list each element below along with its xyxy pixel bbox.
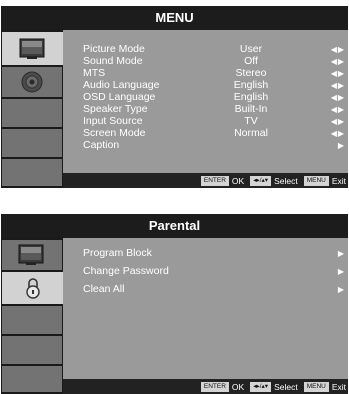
select-label: Select xyxy=(274,175,298,186)
right-arrow-icon[interactable]: ▶ xyxy=(338,284,345,295)
parental-row-program-block[interactable]: Program Block ▶ xyxy=(83,248,345,259)
nav-arrows-key-icon: ◂▸/▴▾ xyxy=(250,381,272,392)
enter-key: ENTER xyxy=(200,175,229,186)
tv-picture-icon xyxy=(18,244,44,265)
menu-row-osd-language[interactable]: OSD Language English ◀▶ xyxy=(83,92,345,103)
parental-title: Parental xyxy=(148,218,201,233)
ok-label: OK xyxy=(231,381,245,392)
tv-picture-icon xyxy=(19,38,44,59)
menu-key: MENU xyxy=(303,381,329,392)
menu-row-screen-mode[interactable]: Screen Mode Normal ◀▶ xyxy=(83,128,345,139)
menu-row-mts[interactable]: MTS Stereo ◀▶ xyxy=(83,68,345,79)
tab-empty-3[interactable] xyxy=(2,306,62,334)
ok-label: OK xyxy=(231,175,245,186)
speaker-icon xyxy=(21,71,43,93)
menu-key: MENU xyxy=(303,175,329,186)
tab-empty-4[interactable] xyxy=(2,129,62,157)
tab-empty-3[interactable] xyxy=(2,99,62,127)
left-right-arrows-icon[interactable]: ◀▶ xyxy=(331,44,345,55)
row-label: Program Block xyxy=(83,247,152,259)
parental-title-bar: Parental xyxy=(1,214,348,238)
row-value: English xyxy=(233,91,269,103)
exit-label: Exit xyxy=(331,175,346,186)
parental-panel: Parental Program Block ▶ Change Password… xyxy=(1,214,348,394)
enter-key: ENTER xyxy=(200,381,229,392)
left-right-arrows-icon[interactable]: ◀▶ xyxy=(331,92,345,103)
menu-sidebar xyxy=(1,30,63,188)
right-arrow-icon[interactable]: ▶ xyxy=(338,140,345,151)
menu-row-audio-language[interactable]: Audio Language English ◀▶ xyxy=(83,80,345,91)
menu-row-speaker-type[interactable]: Speaker Type Built-In ◀▶ xyxy=(83,104,345,115)
parental-row-clean-all[interactable]: Clean All ▶ xyxy=(83,284,345,295)
row-label: OSD Language xyxy=(83,91,156,103)
lock-icon xyxy=(25,278,40,299)
row-label: Picture Mode xyxy=(83,43,145,55)
menu-row-sound-mode[interactable]: Sound Mode Off ◀▶ xyxy=(83,56,345,67)
row-label: Caption xyxy=(83,139,120,151)
row-value: English xyxy=(233,79,269,91)
left-right-arrows-icon[interactable]: ◀▶ xyxy=(331,116,345,127)
row-label: Speaker Type xyxy=(83,103,148,115)
row-value: Stereo xyxy=(235,67,267,79)
select-label: Select xyxy=(274,381,298,392)
row-value: Off xyxy=(244,55,258,67)
row-label: Sound Mode xyxy=(83,55,143,67)
nav-arrows-key-icon: ◂▸/▴▾ xyxy=(250,175,272,186)
left-right-arrows-icon[interactable]: ◀▶ xyxy=(331,56,345,67)
tab-picture[interactable] xyxy=(2,32,63,65)
menu-row-input-source[interactable]: Input Source TV ◀▶ xyxy=(83,116,345,127)
row-label: Input Source xyxy=(83,115,143,127)
row-value: User xyxy=(239,43,263,55)
left-right-arrows-icon[interactable]: ◀▶ xyxy=(331,68,345,79)
left-right-arrows-icon[interactable]: ◀▶ xyxy=(331,128,345,139)
tab-empty-5[interactable] xyxy=(2,159,62,186)
left-right-arrows-icon[interactable]: ◀▶ xyxy=(331,104,345,115)
tab-sound[interactable] xyxy=(2,67,62,97)
menu-panel: MENU Picture Mode User ◀▶ Sound Mode Off… xyxy=(1,6,348,188)
menu-title-bar: MENU xyxy=(1,6,348,30)
parental-row-change-password[interactable]: Change Password ▶ xyxy=(83,266,345,277)
menu-content: Picture Mode User ◀▶ Sound Mode Off ◀▶ M… xyxy=(63,30,348,173)
row-label: Clean All xyxy=(83,283,125,295)
tab-picture[interactable] xyxy=(2,240,62,270)
parental-sidebar xyxy=(1,238,63,394)
row-label: Screen Mode xyxy=(83,127,146,139)
tab-parental[interactable] xyxy=(2,272,63,304)
tab-empty-5[interactable] xyxy=(2,366,62,392)
exit-label: Exit xyxy=(331,381,346,392)
menu-title: MENU xyxy=(155,10,194,25)
menu-row-caption[interactable]: Caption ▶ xyxy=(83,140,345,151)
row-value: Built-In xyxy=(234,103,268,115)
right-arrow-icon[interactable]: ▶ xyxy=(338,248,345,259)
parental-footer: ENTER OK ◂▸/▴▾ Select MENU Exit xyxy=(63,379,348,394)
menu-row-picture-mode[interactable]: Picture Mode User ◀▶ xyxy=(83,44,345,55)
right-arrow-icon[interactable]: ▶ xyxy=(338,266,345,277)
row-value: TV xyxy=(244,115,258,127)
row-label: MTS xyxy=(83,67,106,79)
tab-empty-4[interactable] xyxy=(2,336,62,364)
row-label: Change Password xyxy=(83,265,169,277)
menu-footer: ENTER OK ◂▸/▴▾ Select MENU Exit xyxy=(63,173,348,188)
parental-content: Program Block ▶ Change Password ▶ Clean … xyxy=(63,238,348,379)
row-value: Normal xyxy=(234,127,268,139)
row-label: Audio Language xyxy=(83,79,160,91)
left-right-arrows-icon[interactable]: ◀▶ xyxy=(331,80,345,91)
